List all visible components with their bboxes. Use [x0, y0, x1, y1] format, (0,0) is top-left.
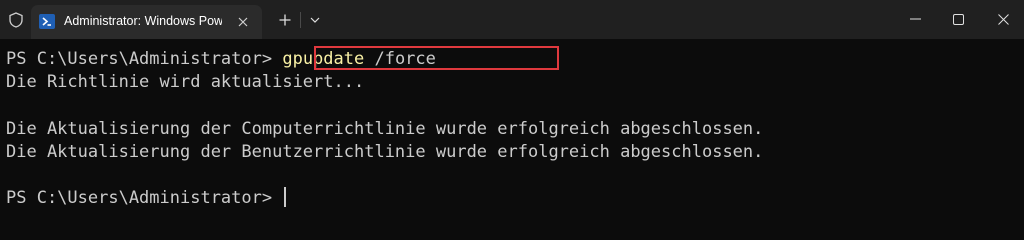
chevron-down-icon[interactable]	[307, 12, 323, 28]
minimize-icon[interactable]	[905, 9, 925, 29]
maximize-icon[interactable]	[948, 9, 968, 29]
prompt-line[interactable]: PS C:\Users\Administrator>	[6, 187, 287, 209]
tab-title: Administrator: Windows Powe	[64, 14, 222, 28]
close-icon[interactable]	[235, 14, 251, 30]
prompt: PS C:\Users\Administrator>	[6, 49, 283, 69]
tab-administrator-powershell[interactable]: Administrator: Windows Powe	[31, 5, 262, 39]
text-cursor	[284, 187, 287, 207]
close-window-icon[interactable]	[993, 9, 1013, 29]
shield-icon[interactable]	[6, 10, 26, 30]
command-highlight-box	[314, 46, 559, 70]
output-line: Die Richtlinie wird aktualisiert...	[6, 72, 365, 92]
output-line: Die Aktualisierung der Benutzerrichtlini…	[6, 142, 764, 162]
output-line: Die Aktualisierung der Computerrichtlini…	[6, 119, 764, 139]
tab-separator	[300, 12, 301, 28]
terminal-window: Administrator: Windows Powe PS C:\Users\…	[0, 0, 1024, 216]
powershell-icon	[39, 14, 55, 29]
terminal-output[interactable]: PS C:\Users\Administrator> gpupdate /for…	[0, 39, 1024, 216]
prompt: PS C:\Users\Administrator>	[6, 188, 283, 208]
plus-icon[interactable]	[276, 11, 294, 29]
title-bar[interactable]: Administrator: Windows Powe	[0, 0, 1024, 39]
